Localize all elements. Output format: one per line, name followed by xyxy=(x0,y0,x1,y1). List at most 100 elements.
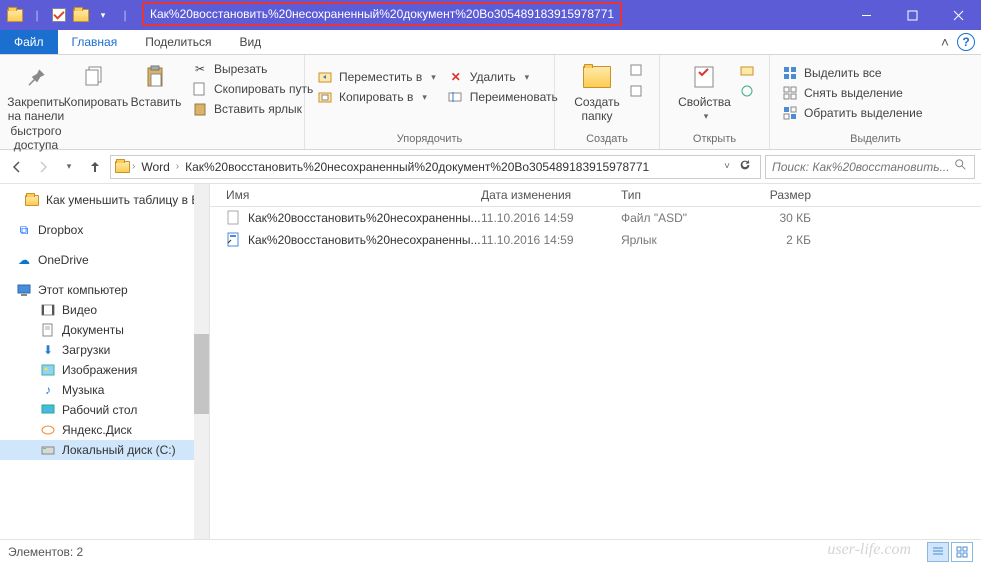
tree-item-yandex[interactable]: Яндекс.Диск xyxy=(0,420,209,440)
minimize-ribbon-button[interactable]: ˄ xyxy=(941,34,949,50)
delete-button[interactable]: ✕Удалить▾ xyxy=(448,69,558,85)
select-all-button[interactable]: Выделить все xyxy=(782,65,923,81)
tree-item-dropbox[interactable]: ⧉Dropbox xyxy=(0,220,209,240)
column-date[interactable]: Дата изменения xyxy=(481,188,621,202)
tab-home[interactable]: Главная xyxy=(58,30,132,54)
dropbox-icon: ⧉ xyxy=(16,222,32,238)
paste-button[interactable]: Вставить xyxy=(126,59,186,111)
column-name[interactable]: Имя xyxy=(226,188,481,202)
refresh-button[interactable] xyxy=(738,158,752,175)
tree-item-onedrive[interactable]: ☁OneDrive xyxy=(0,250,209,270)
music-icon: ♪ xyxy=(40,382,56,398)
tree-item-pictures[interactable]: Изображения xyxy=(0,360,209,380)
quick-access-toolbar: | ▾ | xyxy=(0,6,140,24)
tab-view[interactable]: Вид xyxy=(225,30,275,54)
back-button[interactable] xyxy=(6,156,28,178)
select-none-icon xyxy=(782,85,798,101)
navigation-bar: ▾ › Word › Как%20восстановить%20несохран… xyxy=(0,150,981,184)
tree-item-folder[interactable]: Как уменьшить таблицу в E xyxy=(0,190,209,210)
rename-button[interactable]: Переименовать xyxy=(448,89,558,105)
forward-button[interactable] xyxy=(32,156,54,178)
window-title: Как%20восстановить%20несохраненный%20док… xyxy=(142,2,622,26)
paste-shortcut-button[interactable]: Вставить ярлык xyxy=(192,101,313,117)
qat-dropdown[interactable]: ▾ xyxy=(94,6,112,24)
chevron-right-icon[interactable]: › xyxy=(132,161,135,172)
disk-icon xyxy=(40,442,56,458)
details-view-button[interactable] xyxy=(927,542,949,562)
paste-shortcut-icon xyxy=(192,101,208,117)
chevron-right-icon[interactable]: › xyxy=(176,161,179,172)
column-size[interactable]: Размер xyxy=(731,188,811,202)
tab-file[interactable]: Файл xyxy=(0,30,58,54)
search-box[interactable] xyxy=(765,155,975,179)
new-item-icon[interactable] xyxy=(629,63,645,80)
tree-item-desktop[interactable]: Рабочий стол xyxy=(0,400,209,420)
thumbnail-view-button[interactable] xyxy=(951,542,973,562)
up-button[interactable] xyxy=(84,156,106,178)
group-organize-label: Упорядочить xyxy=(305,131,554,149)
qat-folder-icon[interactable] xyxy=(72,6,90,24)
move-to-button[interactable]: Переместить в▾ xyxy=(317,69,436,85)
folder-icon xyxy=(581,61,613,93)
column-headers[interactable]: Имя Дата изменения Тип Размер xyxy=(210,184,981,207)
paste-icon xyxy=(140,61,172,93)
address-dropdown-button[interactable]: ˅ xyxy=(724,161,730,172)
list-item[interactable]: Как%20восстановить%20несохраненны... 11.… xyxy=(210,207,981,229)
tab-share[interactable]: Поделиться xyxy=(131,30,225,54)
computer-icon xyxy=(16,282,32,298)
copy-button[interactable]: Копировать xyxy=(66,59,126,111)
close-button[interactable] xyxy=(935,0,981,30)
copy-path-icon xyxy=(192,81,208,97)
search-input[interactable] xyxy=(772,160,954,174)
properties-button[interactable]: Свойства ▾ xyxy=(672,59,737,124)
file-type: Ярлык xyxy=(621,233,731,247)
group-create-label: Создать xyxy=(555,131,659,149)
status-text: Элементов: 2 xyxy=(8,545,83,559)
copy-path-button[interactable]: Скопировать путь xyxy=(192,81,313,97)
recent-locations-button[interactable]: ▾ xyxy=(58,156,80,178)
rename-icon xyxy=(448,89,464,105)
status-bar: Элементов: 2 xyxy=(0,539,981,563)
maximize-button[interactable] xyxy=(889,0,935,30)
tree-item-thispc[interactable]: Этот компьютер xyxy=(0,280,209,300)
file-list: Имя Дата изменения Тип Размер Как%20восс… xyxy=(210,184,981,539)
copy-to-button[interactable]: Копировать в▾ xyxy=(317,89,436,105)
invert-selection-button[interactable]: Обратить выделение xyxy=(782,105,923,121)
column-type[interactable]: Тип xyxy=(621,188,731,202)
properties-icon xyxy=(688,61,720,93)
address-folder-icon xyxy=(115,161,130,173)
select-none-button[interactable]: Снять выделение xyxy=(782,85,923,101)
list-item[interactable]: Как%20восстановить%20несохраненны... 11.… xyxy=(210,229,981,251)
file-icon xyxy=(226,210,242,226)
easy-access-icon[interactable] xyxy=(629,84,645,101)
tree-item-video[interactable]: Видео xyxy=(0,300,209,320)
desktop-icon xyxy=(40,402,56,418)
search-icon[interactable] xyxy=(954,158,968,175)
tree-item-music[interactable]: ♪Музыка xyxy=(0,380,209,400)
select-all-icon xyxy=(782,65,798,81)
cut-icon: ✂ xyxy=(192,61,208,77)
help-button[interactable]: ? xyxy=(957,33,975,51)
shortcut-icon xyxy=(226,232,242,248)
tree-item-localdisk[interactable]: Локальный диск (C:) xyxy=(0,440,209,460)
group-select-label: Выделить xyxy=(770,131,981,149)
copy-icon xyxy=(80,61,112,93)
qat-properties-check[interactable] xyxy=(50,6,68,24)
tree-item-documents[interactable]: Документы xyxy=(0,320,209,340)
breadcrumb-folder[interactable]: Как%20восстановить%20несохраненный%20док… xyxy=(181,160,653,174)
app-folder-icon[interactable] xyxy=(6,6,24,24)
pictures-icon xyxy=(40,362,56,378)
scrollbar-thumb[interactable] xyxy=(194,334,209,414)
file-size: 2 КБ xyxy=(731,233,811,247)
breadcrumb-word[interactable]: Word xyxy=(137,160,173,174)
move-to-icon xyxy=(317,69,333,85)
pin-button[interactable]: Закрепить на панели быстрого доступа xyxy=(6,59,66,155)
tree-item-downloads[interactable]: ⬇Загрузки xyxy=(0,340,209,360)
address-bar[interactable]: › Word › Как%20восстановить%20несохранен… xyxy=(110,155,761,179)
cut-button[interactable]: ✂Вырезать xyxy=(192,61,313,77)
minimize-button[interactable] xyxy=(843,0,889,30)
open-icon[interactable] xyxy=(739,63,755,80)
history-icon[interactable] xyxy=(739,84,755,101)
navigation-tree[interactable]: Как уменьшить таблицу в E ⧉Dropbox ☁OneD… xyxy=(0,184,210,539)
new-folder-button[interactable]: Создать папку xyxy=(567,59,627,126)
